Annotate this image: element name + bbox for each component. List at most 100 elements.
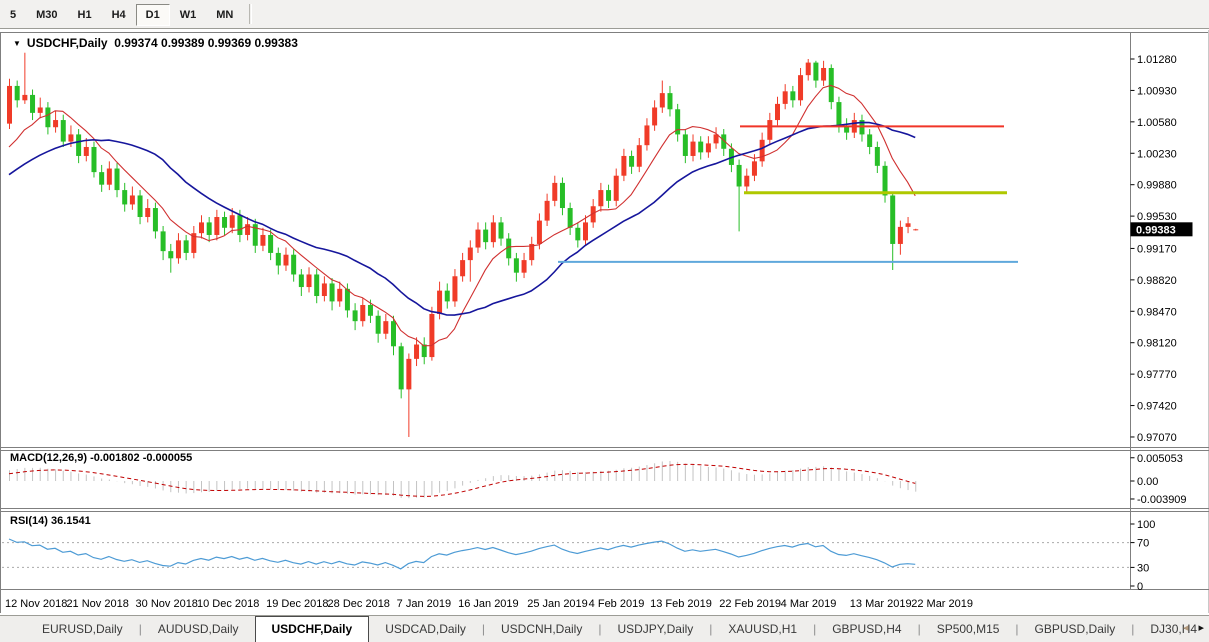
candle-body[interactable]	[621, 155, 627, 176]
candle-body[interactable]	[375, 315, 381, 334]
candle-body[interactable]	[406, 358, 412, 390]
candle-body[interactable]	[821, 67, 827, 81]
candle-body[interactable]	[360, 304, 366, 322]
tab-usdcad-daily[interactable]: USDCAD,Daily	[369, 617, 482, 642]
candle-body[interactable]	[437, 290, 443, 314]
candle-body[interactable]	[813, 62, 819, 81]
candle-body[interactable]	[137, 195, 143, 218]
timeframe-button-5[interactable]: 5	[0, 4, 26, 26]
candle-body[interactable]	[260, 234, 266, 246]
candle-body[interactable]	[606, 190, 612, 201]
candle-body[interactable]	[790, 91, 796, 101]
candle-body[interactable]	[383, 321, 389, 334]
candle-body[interactable]	[199, 222, 204, 234]
candle-body[interactable]	[275, 252, 281, 266]
candle-body[interactable]	[460, 260, 466, 277]
candle-body[interactable]	[475, 229, 481, 248]
candle-body[interactable]	[129, 195, 135, 205]
candle-body[interactable]	[559, 182, 565, 209]
candle-body[interactable]	[705, 143, 711, 153]
candle-body[interactable]	[168, 251, 174, 259]
candle-body[interactable]	[298, 274, 304, 288]
timeframe-button-d1[interactable]: D1	[135, 4, 170, 26]
candle-body[interactable]	[122, 190, 128, 205]
candle-body[interactable]	[490, 222, 496, 243]
candle-body[interactable]	[183, 240, 189, 253]
candle-body[interactable]	[544, 200, 550, 221]
candle-body[interactable]	[99, 172, 105, 185]
candle-body[interactable]	[229, 215, 235, 228]
candle-body[interactable]	[37, 107, 43, 113]
timeframe-button-m30[interactable]: M30	[26, 4, 67, 26]
candle-body[interactable]	[498, 222, 504, 239]
candle-body[interactable]	[836, 102, 842, 126]
candle-body[interactable]	[175, 240, 181, 259]
candle-body[interactable]	[68, 134, 74, 142]
candle-body[interactable]	[629, 155, 635, 167]
candle-body[interactable]	[690, 141, 696, 156]
chart-dropdown-icon[interactable]: ▼	[13, 39, 21, 48]
candle-body[interactable]	[22, 94, 28, 101]
candle-body[interactable]	[344, 288, 350, 311]
candle-body[interactable]	[667, 93, 673, 110]
candle-body[interactable]	[736, 164, 742, 187]
candle-body[interactable]	[536, 220, 542, 244]
candle-body[interactable]	[882, 165, 888, 196]
candle-body[interactable]	[444, 290, 450, 302]
candle-body[interactable]	[698, 141, 704, 153]
candle-body[interactable]	[391, 321, 396, 347]
timeframe-button-h4[interactable]: H4	[102, 4, 136, 26]
candle-body[interactable]	[429, 313, 435, 358]
candle-body[interactable]	[598, 190, 604, 207]
candle-body[interactable]	[890, 195, 896, 244]
timeframe-button-w1[interactable]: W1	[170, 4, 207, 26]
candle-body[interactable]	[214, 217, 220, 235]
candle-body[interactable]	[805, 62, 811, 76]
tab-xauusd-h1[interactable]: XAUUSD,H1	[712, 617, 813, 642]
tab-sp500-m15[interactable]: SP500,M15	[921, 617, 1016, 642]
candle-body[interactable]	[636, 145, 642, 167]
tab-usdchf-daily[interactable]: USDCHF,Daily	[254, 616, 370, 642]
candle-body[interactable]	[283, 254, 289, 266]
candle-body[interactable]	[421, 344, 427, 358]
candle-body[interactable]	[145, 208, 151, 218]
candle-body[interactable]	[897, 226, 903, 244]
candle-body[interactable]	[798, 75, 804, 101]
candle-body[interactable]	[83, 146, 89, 156]
candle-body[interactable]	[91, 146, 97, 173]
candle-body[interactable]	[782, 91, 788, 104]
tab-scroll-right-icon[interactable]: ▸	[1198, 622, 1204, 634]
tab-usdjpy-daily[interactable]: USDJPY,Daily	[601, 617, 709, 642]
timeframe-button-mn[interactable]: MN	[206, 4, 243, 26]
candle-body[interactable]	[575, 227, 581, 241]
candle-body[interactable]	[237, 215, 243, 235]
candle-body[interactable]	[414, 344, 420, 359]
candle-body[interactable]	[552, 182, 558, 201]
candle-body[interactable]	[751, 161, 757, 176]
candle-body[interactable]	[759, 139, 765, 162]
candle-body[interactable]	[352, 310, 358, 322]
candle-body[interactable]	[767, 120, 773, 140]
tab-audusd-daily[interactable]: AUDUSD,Daily	[142, 617, 255, 642]
candle-body[interactable]	[874, 146, 880, 166]
candle-body[interactable]	[106, 168, 112, 185]
candle-body[interactable]	[567, 208, 573, 228]
candle-body[interactable]	[398, 346, 404, 390]
candle-body[interactable]	[306, 274, 312, 288]
tab-scroll-left-icon[interactable]: ◂	[1183, 622, 1189, 634]
candle-body[interactable]	[314, 274, 320, 297]
candle-body[interactable]	[206, 222, 212, 235]
candle-body[interactable]	[160, 231, 166, 252]
candle-body[interactable]	[7, 85, 12, 124]
candle-body[interactable]	[30, 94, 36, 113]
candle-body[interactable]	[613, 175, 619, 201]
tab-usdcnh-daily[interactable]: USDCNH,Daily	[485, 617, 598, 642]
candle-body[interactable]	[867, 134, 873, 147]
candle-body[interactable]	[583, 222, 588, 241]
candle-body[interactable]	[268, 234, 274, 253]
candle-body[interactable]	[14, 85, 20, 101]
candle-body[interactable]	[329, 283, 335, 302]
price-chart-area[interactable]: 1.01280 1.00930 1.00580 1.00230 0.99880 0.995…	[0, 30, 1209, 613]
candle-body[interactable]	[452, 276, 458, 302]
timeframe-button-h1[interactable]: H1	[68, 4, 102, 26]
